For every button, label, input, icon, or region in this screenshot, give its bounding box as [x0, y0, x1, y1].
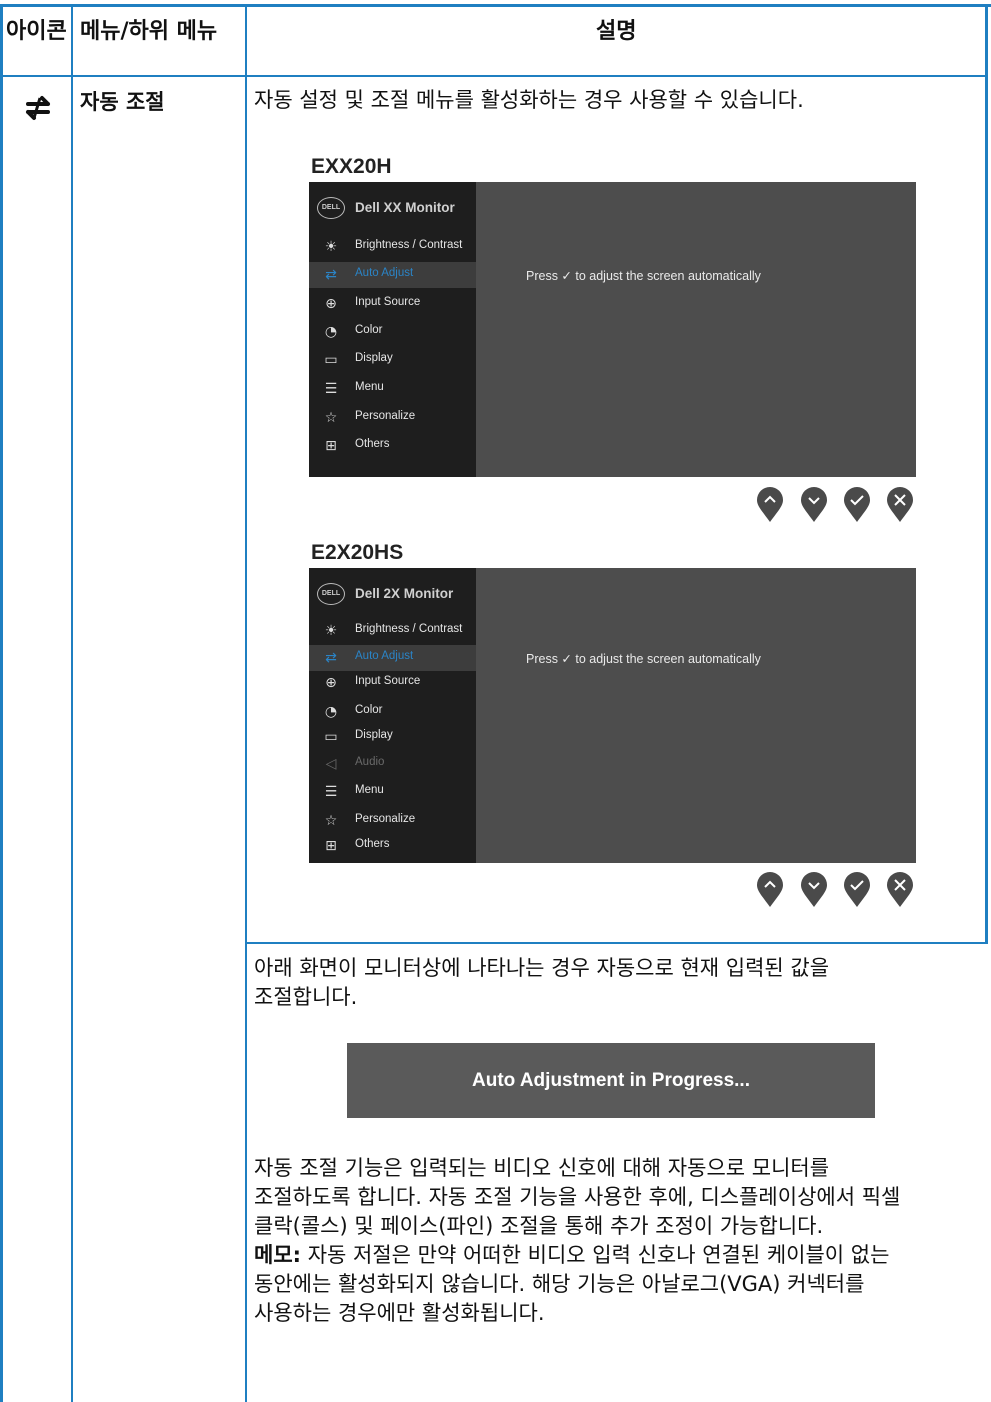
down-button[interactable] — [800, 487, 828, 523]
header-menu: 메뉴/하위 메뉴 — [80, 19, 218, 44]
description-para-line-3: 클락(콜스) 및 페이스(파인) 조절을 통해 추가 조정이 가능합니다. — [254, 1214, 824, 1238]
osd-item-label: Color — [355, 704, 383, 716]
note-label: 메모: — [254, 1243, 302, 1267]
osd-item-personalize[interactable]: ☆ Personalize — [309, 405, 476, 431]
osd-item-auto-adjust[interactable]: ⇄ Auto Adjust — [309, 262, 476, 288]
down-button[interactable] — [800, 872, 828, 908]
table-border-right — [985, 4, 988, 944]
osd-item-label: Auto Adjust — [355, 650, 414, 662]
header-description: 설명 — [596, 19, 637, 44]
up-button[interactable] — [756, 872, 784, 908]
osd-item-brightness[interactable]: ☀ Brightness / Contrast — [309, 234, 476, 260]
osd-item-label: Others — [355, 838, 390, 850]
brightness-icon: ☀ — [324, 623, 338, 639]
exit-button[interactable] — [886, 872, 914, 908]
osd-message-1: Press ✓ to adjust the screen automatical… — [526, 269, 761, 283]
others-icon: ⊞ — [325, 438, 337, 454]
osd-item-label: Auto Adjust — [355, 267, 414, 279]
osd-item-input-source[interactable]: ⊕ Input Source — [309, 291, 476, 317]
osd-item-label: Audio — [355, 756, 385, 768]
star-icon: ☆ — [324, 813, 338, 829]
description-intro: 자동 설정 및 조절 메뉴를 활성화하는 경우 사용할 수 있습니다. — [254, 88, 804, 112]
exit-button[interactable] — [886, 487, 914, 523]
osd-item-color[interactable]: ◔ Color — [309, 319, 476, 345]
star-icon: ☆ — [324, 410, 338, 426]
osd-item-label: Personalize — [355, 410, 416, 422]
screen-intro-line-1: 아래 화면이 모니터상에 나타나는 경우 자동으로 현재 입력된 값을 — [254, 956, 830, 980]
column-divider-1 — [71, 4, 73, 1402]
osd-item-label: Color — [355, 324, 383, 336]
description-para-line-2: 조절하도록 합니다. 자동 조절 기능을 사용한 후에, 디스플레이상에서 픽셀 — [254, 1185, 901, 1209]
menu-icon: ☰ — [324, 784, 338, 800]
osd-item-menu[interactable]: ☰ Menu — [309, 779, 476, 805]
osd-sidebar-2: DELL Dell 2X Monitor ☀ Brightness / Contr… — [309, 568, 476, 863]
header-divider — [0, 75, 988, 77]
screen-intro-line-2: 조절합니다. — [254, 985, 358, 1009]
auto-adjust-icon: ⇄ — [325, 650, 337, 666]
osd-title-1: Dell XX Monitor — [355, 200, 455, 215]
osd-screen-2: DELL Dell 2X Monitor ☀ Brightness / Contr… — [309, 568, 916, 863]
osd-item-label: Input Source — [355, 296, 421, 308]
column-divider-2 — [245, 4, 247, 1402]
auto-adjust-icon: ⇄ — [325, 267, 337, 283]
osd-item-auto-adjust[interactable]: ⇄ Auto Adjust — [309, 645, 476, 671]
dell-logo: DELL — [317, 583, 345, 605]
menu-label-auto-adjust: 자동 조절 — [80, 90, 165, 114]
osd-item-label: Brightness / Contrast — [355, 239, 463, 251]
osd-item-others[interactable]: ⊞ Others — [309, 433, 476, 459]
audio-icon: ◁ — [325, 756, 337, 772]
dell-logo: DELL — [317, 197, 345, 219]
menu-icon: ☰ — [324, 381, 338, 397]
osd-item-input-source[interactable]: ⊕ Input Source — [309, 670, 476, 696]
up-button[interactable] — [756, 487, 784, 523]
note-line-1: 메모: 자동 저절은 만약 어떠한 비디오 입력 신호나 연결된 케이블이 없는 — [254, 1241, 889, 1270]
osd-sidebar-1: DELL Dell XX Monitor ☀ Brightness / Contr… — [309, 182, 476, 477]
input-source-icon: ⊕ — [325, 296, 337, 312]
osd-item-label: Menu — [355, 381, 384, 393]
note-line-2: 동안에는 활성화되지 않습니다. 해당 기능은 아날로그(VGA) 커넥터를 — [254, 1272, 865, 1296]
osd-item-color[interactable]: ◔ Color — [309, 699, 476, 725]
osd-item-label: Input Source — [355, 675, 421, 687]
ok-button[interactable] — [843, 872, 871, 908]
osd-item-audio: ◁ Audio — [309, 751, 476, 777]
header-icon: 아이콘 — [6, 19, 67, 44]
color-icon: ◔ — [324, 324, 338, 340]
others-icon: ⊞ — [325, 838, 337, 854]
display-icon: ▭ — [324, 352, 338, 368]
description-divider — [245, 942, 988, 944]
osd-title-2: Dell 2X Monitor — [355, 586, 454, 601]
brightness-icon: ☀ — [324, 239, 338, 255]
auto-adjust-progress-message: Auto Adjustment in Progress... — [347, 1043, 875, 1118]
model-label-2: E2X20HS — [311, 541, 404, 564]
osd-item-menu[interactable]: ☰ Menu — [309, 376, 476, 402]
table-border-top — [0, 4, 991, 7]
display-icon: ▭ — [324, 729, 338, 745]
ok-button[interactable] — [843, 487, 871, 523]
osd-item-label: Menu — [355, 784, 384, 796]
osd-item-label: Personalize — [355, 813, 416, 825]
table-border-left — [0, 4, 3, 1402]
note-text: 자동 저절은 만약 어떠한 비디오 입력 신호나 연결된 케이블이 없는 — [301, 1243, 890, 1267]
osd-message-2: Press ✓ to adjust the screen automatical… — [526, 652, 761, 666]
osd-item-label: Brightness / Contrast — [355, 623, 463, 635]
auto-adjust-icon — [20, 90, 56, 126]
input-source-icon: ⊕ — [325, 675, 337, 691]
color-icon: ◔ — [324, 704, 338, 720]
osd-item-display[interactable]: ▭ Display — [309, 347, 476, 373]
osd-item-display[interactable]: ▭ Display — [309, 724, 476, 750]
osd-item-label: Others — [355, 438, 390, 450]
note-line-3: 사용하는 경우에만 활성화됩니다. — [254, 1301, 545, 1325]
osd-item-personalize[interactable]: ☆ Personalize — [309, 808, 476, 834]
osd-screen-1: DELL Dell XX Monitor ☀ Brightness / Contr… — [309, 182, 916, 477]
osd-item-others[interactable]: ⊞ Others — [309, 833, 476, 859]
model-label-1: EXX20H — [311, 155, 392, 178]
osd-item-label: Display — [355, 729, 393, 741]
osd-item-label: Display — [355, 352, 393, 364]
description-para-line-1: 자동 조절 기능은 입력되는 비디오 신호에 대해 자동으로 모니터를 — [254, 1156, 830, 1180]
osd-item-brightness[interactable]: ☀ Brightness / Contrast — [309, 618, 476, 644]
